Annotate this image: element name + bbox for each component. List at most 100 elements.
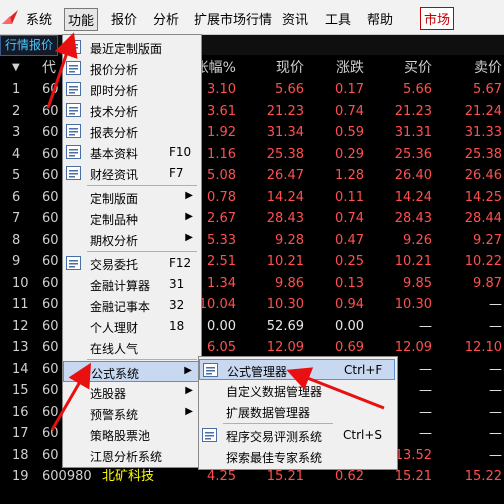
menu-item[interactable]: 江恩分析系统 [63, 445, 199, 466]
cell-idx: 18 [12, 447, 29, 463]
cell-idx: 15 [12, 383, 29, 398]
cell-chg: 0.00 [335, 318, 364, 334]
cell-bid: 28.43 [394, 211, 432, 226]
menu-system[interactable]: 系统 [26, 9, 52, 28]
menu-item[interactable]: 最近定制版面 [63, 37, 199, 58]
cell-idx: 7 [12, 211, 21, 226]
cell-ask: — [489, 361, 502, 377]
cell-ask: 26.46 [464, 168, 502, 183]
menu-item[interactable]: 基本资料 F10 [63, 142, 199, 163]
submenu-arrow-icon: ▶ [185, 385, 193, 396]
cell-chg: 0.47 [335, 232, 364, 248]
menu-item-label: 交易委托 [90, 258, 139, 272]
cell-code: 60 [42, 125, 59, 140]
cell-pct: 10.04 [198, 297, 236, 312]
report-icon [66, 124, 81, 138]
tab-quotes[interactable]: 行情报价 [0, 35, 59, 56]
cell-idx: 14 [12, 361, 29, 377]
menu-extended-market[interactable]: 扩展市场行情 [194, 9, 272, 28]
menu-item[interactable]: 定制品种 ▶ [63, 208, 199, 229]
menu-item-shortcut: Ctrl+F [344, 363, 383, 377]
menu-item-label: 最近定制版面 [90, 42, 163, 56]
cell-chg: 1.28 [335, 168, 364, 183]
menu-item[interactable]: 选股器 ▶ [63, 382, 199, 403]
menu-item-label: 程序交易评测系统 [226, 430, 323, 444]
menu-help[interactable]: 帮助 [367, 9, 393, 28]
menu-item[interactable]: 即时分析 [63, 79, 199, 100]
menu-item-shortcut: F12 [169, 256, 192, 270]
cell-ask: 9.87 [473, 275, 502, 291]
cell-ask: 15.22 [464, 469, 502, 484]
cell-code: 60 [42, 404, 59, 420]
header-change[interactable]: 涨跌 [336, 57, 364, 79]
menu-item[interactable]: 预警系统 ▶ [63, 403, 199, 424]
menu-item[interactable]: 期权分析 ▶ [63, 229, 199, 250]
menu-quote[interactable]: 报价 [111, 9, 137, 28]
cell-bid: — [419, 383, 432, 398]
cell-idx: 17 [12, 426, 29, 441]
header-code[interactable]: 代 [42, 57, 56, 79]
menu-item-label: 探索最佳专家系统 [226, 451, 323, 465]
menu-analysis[interactable]: 分析 [153, 9, 179, 28]
cell-chg: 0.11 [335, 189, 364, 205]
menu-item[interactable]: 报价分析 [63, 58, 199, 79]
menu-item[interactable]: 个人理财 18 [63, 316, 199, 337]
cell-idx: 5 [12, 168, 21, 183]
sort-icon[interactable]: ▼ [12, 57, 20, 79]
menu-item[interactable]: 公式管理器 Ctrl+F [199, 359, 395, 380]
tech-icon [66, 103, 81, 117]
menu-item[interactable]: 交易委托 F12 [63, 253, 199, 274]
menu-item-label: 自定义数据管理器 [226, 385, 323, 399]
header-ask[interactable]: 卖价 [474, 57, 502, 79]
cell-ask: — [489, 447, 502, 463]
cell-ask: — [489, 426, 502, 441]
f12-icon [66, 256, 81, 270]
menu-tools[interactable]: 工具 [325, 9, 351, 28]
quote-icon [66, 61, 81, 75]
cell-code: 600980 [42, 469, 92, 484]
cell-pct: 3.10 [207, 82, 236, 97]
cell-bid: — [419, 426, 432, 441]
cell-code: 60 [42, 297, 59, 312]
menu-item[interactable]: 定制版面 ▶ [63, 187, 199, 208]
menu-item[interactable]: 扩展数据管理器 [199, 401, 395, 422]
market-button[interactable]: 市场 [420, 7, 455, 30]
cell-bid: 26.40 [394, 168, 432, 183]
menu-item-label: 技术分析 [90, 105, 139, 119]
cell-price: 28.43 [266, 211, 304, 226]
menu-item-label: 基本资料 [90, 147, 139, 161]
formula-icon [203, 363, 218, 377]
cell-ask: 25.38 [464, 146, 502, 162]
cell-ask: 31.33 [464, 125, 502, 140]
cell-price: 9.86 [275, 275, 304, 291]
submenu-arrow-icon: ▶ [185, 190, 193, 201]
menu-item-shortcut: F7 [169, 166, 184, 180]
menu-item[interactable]: 自定义数据管理器 [199, 380, 395, 401]
header-price[interactable]: 现价 [276, 57, 304, 79]
menu-item[interactable]: 公式系统 ▶ [63, 361, 199, 382]
cell-bid: 10.21 [394, 254, 432, 269]
menu-item[interactable]: 探索最佳专家系统 [199, 446, 395, 467]
cell-ask: 10.22 [464, 254, 502, 269]
menu-item[interactable]: 金融计算器 31 [63, 274, 199, 295]
cell-code: 60 [42, 426, 59, 441]
menu-item[interactable]: 报表分析 [63, 121, 199, 142]
cell-code: 60 [42, 318, 59, 334]
menu-item[interactable]: 在线人气 [63, 337, 199, 358]
menu-item-label: 定制品种 [90, 213, 139, 227]
cell-price: 9.28 [275, 232, 304, 248]
header-bid[interactable]: 买价 [404, 57, 432, 79]
cell-ask: — [489, 297, 502, 312]
menu-item-shortcut: 31 [169, 277, 185, 291]
menu-news[interactable]: 资讯 [282, 9, 308, 28]
menu-function[interactable]: 功能 [64, 8, 99, 31]
menu-item-shortcut: F10 [169, 145, 192, 159]
menu-item[interactable]: 金融记事本 32 [63, 295, 199, 316]
menu-item[interactable]: 财经资讯 F7 [63, 163, 199, 184]
menu-item[interactable]: 策略股票池 [63, 424, 199, 445]
menu-item-label: 金融记事本 [90, 300, 151, 314]
cell-name: 北矿科技 [102, 469, 155, 484]
menu-item[interactable]: 技术分析 [63, 100, 199, 121]
f10-icon [66, 145, 81, 159]
menu-item[interactable]: 程序交易评测系统 Ctrl+S [199, 425, 395, 446]
